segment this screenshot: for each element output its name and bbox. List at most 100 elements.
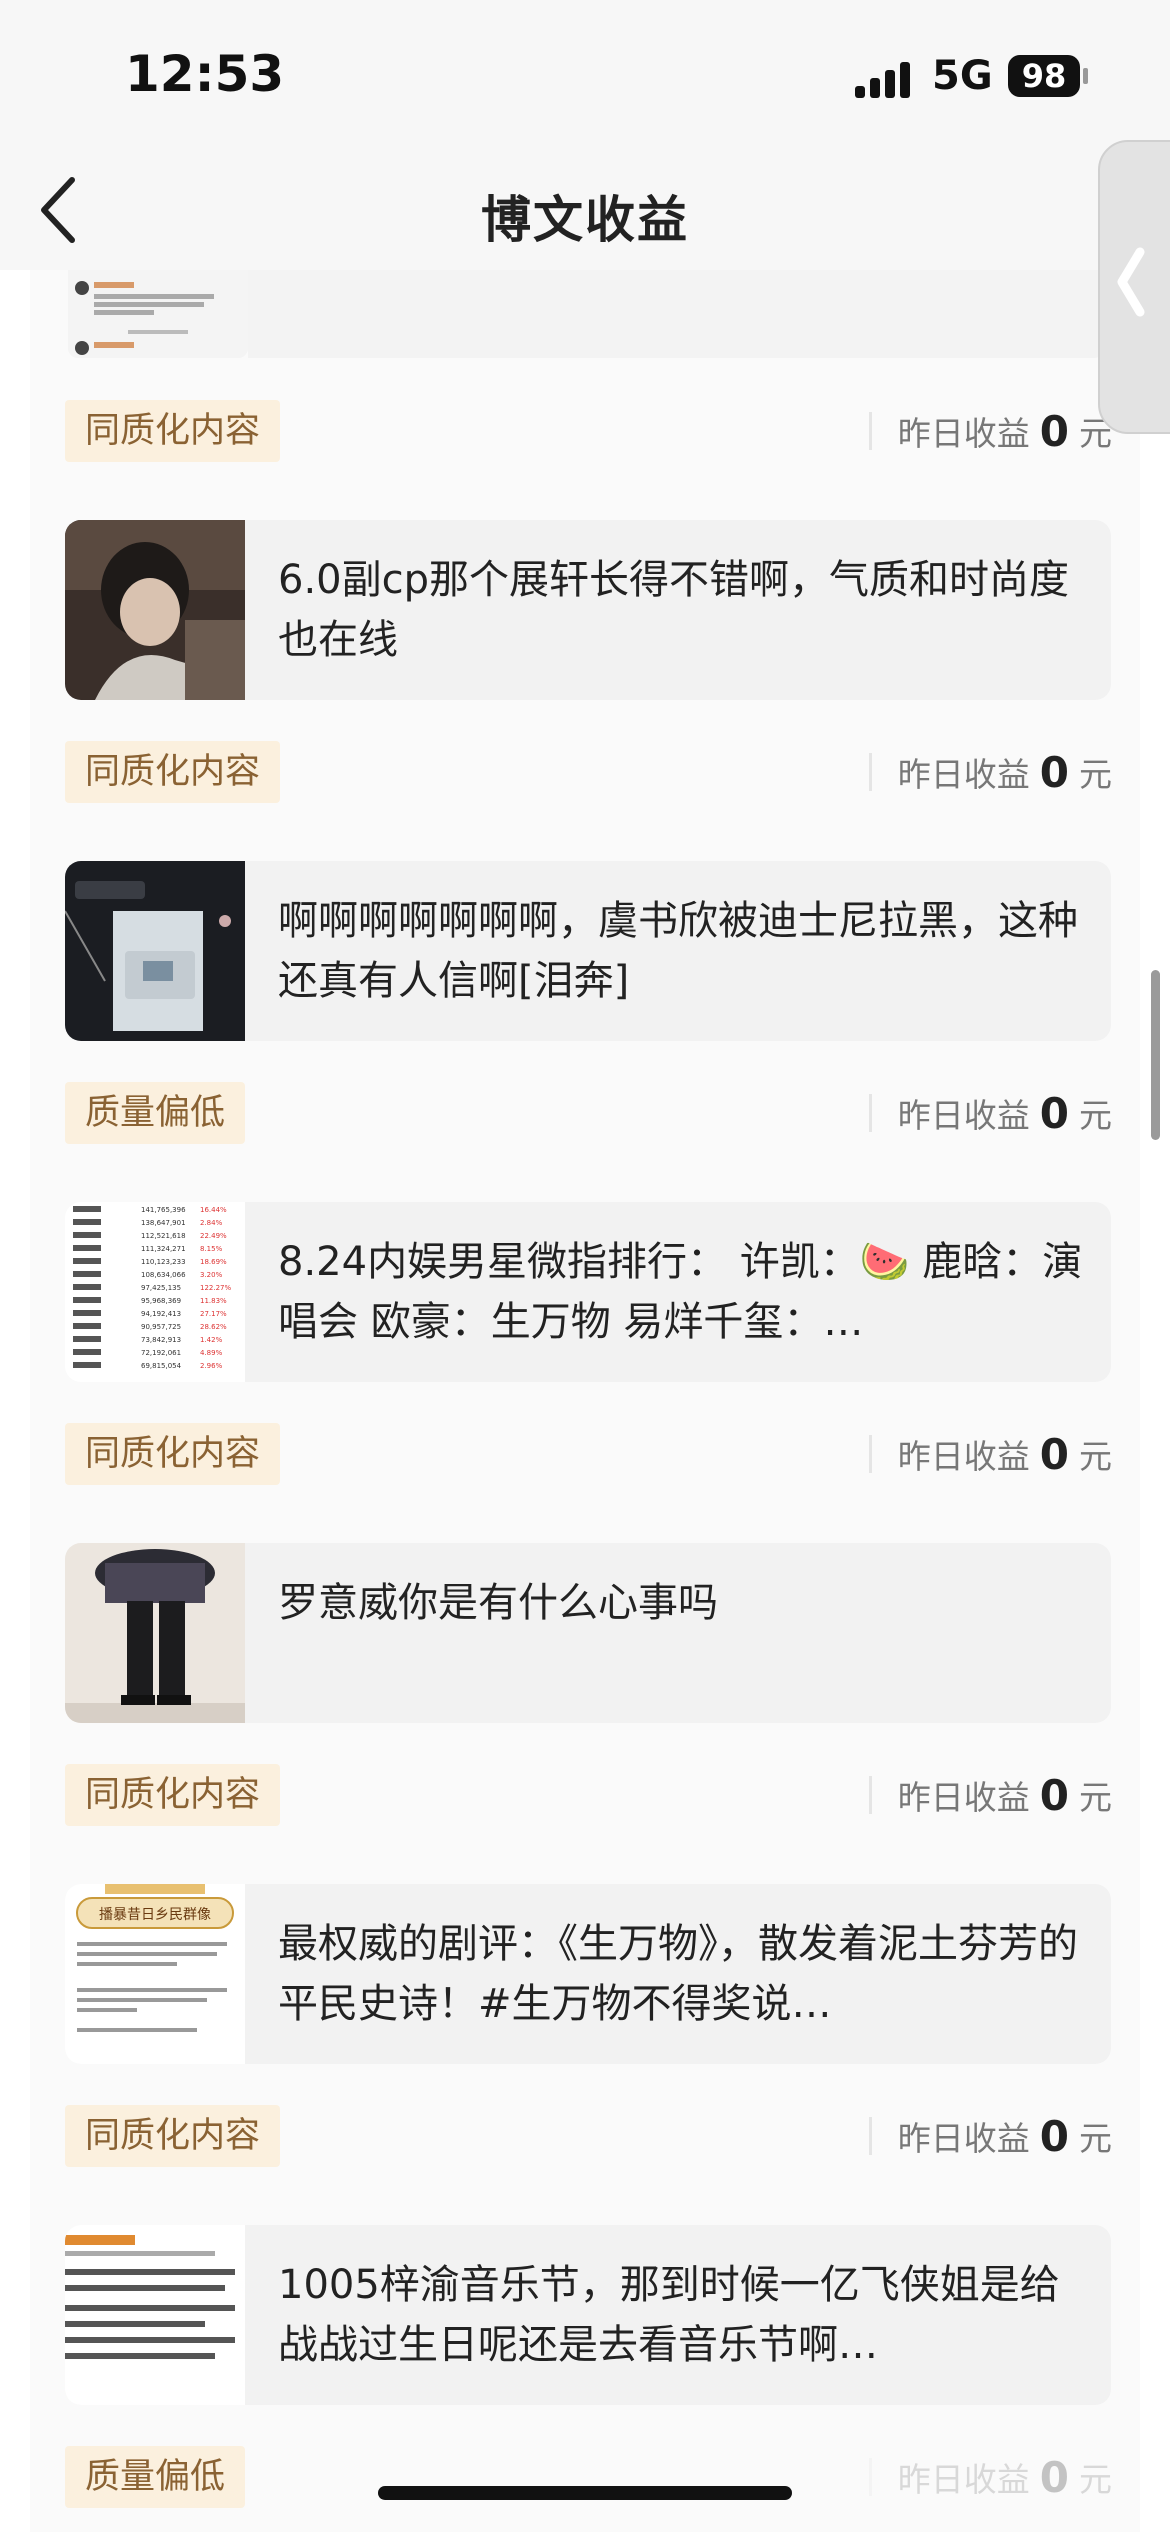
- post-meta-row: 同质化内容 昨日收益 0 元: [30, 2105, 1140, 2167]
- table-value-cell: 110,123,233: [141, 1258, 186, 1266]
- yesterday-earnings: 昨日收益 0 元: [868, 400, 1112, 462]
- post-card[interactable]: 1005梓渝音乐节，那到时候一亿飞侠姐是给战战过生日呢还是去看音乐节啊…: [65, 2225, 1111, 2405]
- earnings-label: 昨日收益: [897, 755, 1030, 794]
- quality-tag: 同质化内容: [65, 400, 281, 462]
- post-meta-row: 同质化内容 昨日收益 0 元: [30, 1764, 1140, 1826]
- table-value-cell: 73,842,913: [141, 1336, 181, 1344]
- post-thumbnail: [65, 1543, 245, 1723]
- nav-bar: 博文收益: [0, 150, 1170, 270]
- table-value-cell: 111,324,271: [141, 1245, 186, 1253]
- earnings-unit: 元: [1079, 755, 1112, 794]
- table-name-cell: [73, 1336, 101, 1342]
- post-title: 罗意威你是有什么心事吗: [278, 1580, 718, 1626]
- photo-thumb-image: [65, 861, 245, 1041]
- divider: [868, 2117, 872, 2155]
- post-list: 同质化内容 昨日收益 0 元 6.0副cp那个展轩长得不错啊，气质和时尚度也在线…: [30, 270, 1140, 2532]
- status-bar: 12:53 5G 98: [0, 0, 1170, 150]
- table-change-cell: 27.17%: [200, 1310, 227, 1318]
- post-card[interactable]: 罗意威你是有什么心事吗: [65, 1543, 1111, 1723]
- quality-tag: 同质化内容: [65, 1764, 281, 1826]
- table-change-cell: 28.62%: [200, 1323, 227, 1331]
- table-change-cell: 18.69%: [200, 1258, 227, 1266]
- scroll-indicator[interactable]: [1151, 970, 1160, 1140]
- earnings-label: 昨日收益: [897, 414, 1030, 453]
- post-thumbnail: [65, 520, 245, 700]
- post-thumbnail: [65, 861, 245, 1041]
- table-name-cell: [73, 1297, 101, 1303]
- earnings-unit: 元: [1079, 1778, 1112, 1817]
- fashion-thumb-image: [65, 1543, 245, 1723]
- earnings-unit: 元: [1079, 2460, 1112, 2499]
- earnings-label: 昨日收益: [897, 2460, 1030, 2499]
- table-name-cell: [73, 1284, 101, 1290]
- signal-icon: [855, 58, 910, 98]
- table-change-cell: 2.96%: [200, 1362, 223, 1370]
- earnings-label: 昨日收益: [897, 1437, 1030, 1476]
- divider: [868, 1776, 872, 1814]
- network-label: 5G: [932, 53, 993, 99]
- earnings-amount: 0: [1039, 1770, 1069, 1820]
- post-card[interactable]: 6.0副cp那个展轩长得不错啊，气质和时尚度也在线: [65, 520, 1111, 700]
- post-thumbnail: 141,765,396 16.44% 138,647,901 2.84% 112,521…: [65, 1202, 245, 1382]
- table-name-cell: [73, 1206, 101, 1212]
- post-title: 1005梓渝音乐节，那到时候一亿飞侠姐是给战战过生日呢还是去看音乐节啊…: [278, 2262, 1060, 2368]
- yesterday-earnings: 昨日收益 0 元: [868, 2105, 1112, 2167]
- table-value-cell: 108,634,066: [141, 1271, 186, 1279]
- article-banner-text: 播暴昔日乡民群像: [99, 1907, 211, 1923]
- table-name-cell: [73, 1258, 101, 1264]
- table-value-cell: 112,521,618: [141, 1232, 186, 1240]
- earnings-label: 昨日收益: [897, 2119, 1030, 2158]
- earnings-amount: 0: [1039, 2111, 1069, 2161]
- table-value-cell: 90,957,725: [141, 1323, 181, 1331]
- article-thumb-image: 播暴昔日乡民群像: [65, 1884, 245, 2064]
- quality-tag: 同质化内容: [65, 2105, 281, 2167]
- post-card[interactable]: 啊啊啊啊啊啊啊，虞书欣被迪士尼拉黑，这种还真有人信啊[泪奔]: [65, 861, 1111, 1041]
- post-title: 最权威的剧评：《生万物》，散发着泥土芬芳的平民史诗！#生万物不得奖说…: [278, 1921, 1078, 2027]
- post-card[interactable]: 播暴昔日乡民群像 最权威的剧评：《生万物》，散发着泥土芬芳的平民史诗！#生万物不…: [65, 1884, 1111, 2064]
- earnings-unit: 元: [1079, 1437, 1112, 1476]
- battery-icon: 98: [1008, 55, 1080, 97]
- divider: [868, 753, 872, 791]
- post-card-partial[interactable]: [248, 270, 1106, 358]
- yesterday-earnings: 昨日收益 0 元: [868, 1764, 1112, 1826]
- chevron-left-icon: [1117, 247, 1145, 317]
- post-thumbnail: [65, 2225, 245, 2405]
- page-title: 博文收益: [481, 191, 689, 249]
- table-change-cell: 22.49%: [200, 1232, 227, 1240]
- divider: [868, 2458, 872, 2496]
- table-name-cell: [73, 1232, 101, 1238]
- table-value-cell: 141,765,396: [141, 1206, 186, 1214]
- quality-tag: 同质化内容: [65, 1423, 281, 1485]
- table-name-cell: [73, 1323, 101, 1329]
- divider: [868, 1094, 872, 1132]
- yesterday-earnings: 昨日收益 0 元: [868, 741, 1112, 803]
- post-thumbnail[interactable]: [68, 270, 248, 358]
- battery-tip-icon: [1083, 68, 1088, 84]
- post-title: 6.0副cp那个展轩长得不错啊，气质和时尚度也在线: [278, 557, 1069, 663]
- table-name-cell: [73, 1219, 101, 1225]
- quality-tag: 同质化内容: [65, 741, 281, 803]
- table-value-cell: 94,192,413: [141, 1310, 181, 1318]
- table-name-cell: [73, 1362, 101, 1368]
- post-title: 啊啊啊啊啊啊啊，虞书欣被迪士尼拉黑，这种还真有人信啊[泪奔]: [278, 898, 1078, 1004]
- earnings-label: 昨日收益: [897, 1778, 1030, 1817]
- portrait-thumb-image: [65, 520, 245, 700]
- earnings-amount: 0: [1039, 1429, 1069, 1479]
- table-value-cell: 72,192,061: [141, 1349, 181, 1357]
- post-card[interactable]: 141,765,396 16.44% 138,647,901 2.84% 112,521…: [65, 1202, 1111, 1382]
- side-drawer-handle[interactable]: [1098, 140, 1170, 434]
- earnings-amount: 0: [1039, 2452, 1069, 2502]
- yesterday-earnings: 昨日收益 0 元: [868, 1082, 1112, 1144]
- table-value-cell: 69,815,054: [141, 1362, 182, 1370]
- post-thumbnail: 播暴昔日乡民群像: [65, 1884, 245, 2064]
- table-change-cell: 1.42%: [200, 1336, 223, 1344]
- ranking-table-thumb-image: 141,765,396 16.44% 138,647,901 2.84% 112,521…: [65, 1202, 245, 1382]
- post-meta-row: 同质化内容 昨日收益 0 元: [30, 400, 1140, 462]
- weibo-screenshot-thumb-image: [65, 2225, 245, 2405]
- divider: [868, 1435, 872, 1473]
- post-meta-row: 同质化内容 昨日收益 0 元: [30, 1423, 1140, 1485]
- earnings-label: 昨日收益: [897, 1096, 1030, 1135]
- post-title: 8.24内娱男星微指排行： 许凯：🍉 鹿晗：演唱会 欧豪：生万物 易烊千玺：…: [278, 1239, 1083, 1345]
- earnings-amount: 0: [1039, 406, 1069, 456]
- quality-tag: 质量偏低: [65, 1082, 246, 1144]
